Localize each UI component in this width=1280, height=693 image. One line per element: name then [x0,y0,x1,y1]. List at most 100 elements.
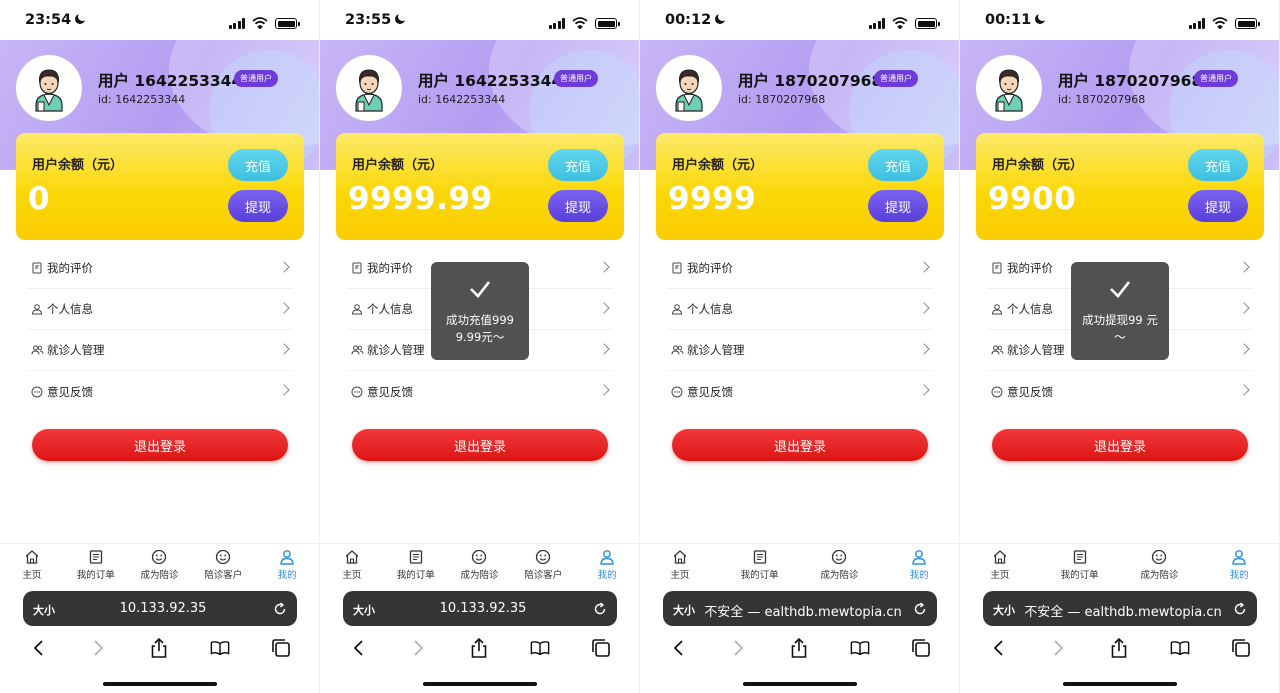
text-size-button[interactable]: 大小 [993,602,1015,618]
tabs-icon[interactable] [591,638,611,658]
tab-item[interactable]: 陪诊客户 [191,544,255,583]
reload-icon[interactable] [273,601,287,615]
user-level-badge: 普通用户 [554,70,598,87]
avatar[interactable] [656,55,722,121]
logout-button[interactable]: 退出登录 [32,429,288,461]
tab-item[interactable]: 主页 [640,544,720,583]
menu-item[interactable]: 我的评价 [28,248,292,289]
withdraw-button[interactable]: 提现 [868,190,928,222]
menu-item-label: 我的评价 [47,261,93,275]
user-id: id: 1870207968 [738,93,826,106]
tab-item[interactable]: 陪诊客户 [511,544,575,583]
menu-item-label: 我的评价 [367,261,413,275]
toast: 成功提现99 元～ [1071,262,1169,360]
forward-icon[interactable] [729,638,749,658]
tab-item[interactable]: 我的 [255,544,319,583]
address-bar[interactable]: 大小 10.133.92.35 [23,591,297,626]
recharge-button[interactable]: 充值 [548,149,608,181]
menu-item[interactable]: 意见反馈 [668,371,932,412]
url-text[interactable]: 10.133.92.35 [57,601,269,616]
withdraw-button[interactable]: 提现 [548,190,608,222]
text-size-button[interactable]: 大小 [673,602,695,618]
recharge-button[interactable]: 充值 [228,149,288,181]
tab-item[interactable]: 我的订单 [1040,544,1120,583]
menu-item[interactable]: 意见反馈 [348,371,612,412]
menu-item[interactable]: 意见反馈 [988,371,1252,412]
share-icon[interactable] [789,638,809,658]
tab-item[interactable]: 我的订单 [720,544,800,583]
url-text[interactable]: 10.133.92.35 [377,601,589,616]
user-icon [599,549,615,565]
bookmarks-icon[interactable] [530,638,550,658]
withdraw-button[interactable]: 提现 [228,190,288,222]
recharge-button[interactable]: 充值 [1188,149,1248,181]
share-icon[interactable] [149,638,169,658]
url-text[interactable]: 不安全 — ealthdb.mewtopia.cn [1017,601,1229,620]
tab-item[interactable]: 成为陪诊 [800,544,880,583]
tabs-icon[interactable] [911,638,931,658]
logout-button[interactable]: 退出登录 [352,429,608,461]
avatar[interactable] [16,55,82,121]
menu-item[interactable]: 就诊人管理 [668,330,932,371]
logout-button[interactable]: 退出登录 [672,429,928,461]
menu-item-label: 就诊人管理 [47,343,105,357]
chevron-right-icon [598,343,610,355]
menu-item[interactable]: 个人信息 [668,289,932,330]
menu-item[interactable]: 意见反馈 [28,371,292,412]
status-bar: 00:12 [640,0,959,40]
tab-item[interactable]: 主页 [960,544,1040,583]
tabs-icon[interactable] [271,638,291,658]
bookmarks-icon[interactable] [210,638,230,658]
url-text[interactable]: 不安全 — ealthdb.mewtopia.cn [697,601,909,620]
back-icon[interactable] [348,638,368,658]
reload-icon[interactable] [593,601,607,615]
people-icon [670,343,684,357]
avatar[interactable] [976,55,1042,121]
moon-icon [1035,12,1048,24]
tab-item[interactable]: 我的 [575,544,639,583]
check-icon [1109,278,1131,300]
tab-item[interactable]: 我的订单 [384,544,448,583]
balance-amount: 9999.99 [348,181,493,217]
menu-item[interactable]: 我的评价 [668,248,932,289]
share-icon[interactable] [1109,638,1129,658]
bookmarks-icon[interactable] [850,638,870,658]
text-size-button[interactable]: 大小 [33,602,55,618]
tabs-icon[interactable] [1231,638,1251,658]
address-bar[interactable]: 大小 不安全 — ealthdb.mewtopia.cn [663,591,937,626]
chevron-right-icon [1238,261,1250,273]
status-bar: 00:11 [960,0,1279,40]
tab-item[interactable]: 我的 [1199,544,1279,583]
back-icon[interactable] [668,638,688,658]
tab-item[interactable]: 我的 [879,544,959,583]
home-icon [24,549,40,565]
logout-button[interactable]: 退出登录 [992,429,1248,461]
forward-icon[interactable] [1049,638,1069,658]
back-icon[interactable] [28,638,48,658]
reload-icon[interactable] [1233,601,1247,615]
battery-icon [915,18,940,29]
tab-item[interactable]: 主页 [320,544,384,583]
address-bar[interactable]: 大小 不安全 — ealthdb.mewtopia.cn [983,591,1257,626]
back-icon[interactable] [988,638,1008,658]
tab-item[interactable]: 我的订单 [64,544,128,583]
share-icon[interactable] [469,638,489,658]
forward-icon[interactable] [409,638,429,658]
tab-item[interactable]: 主页 [0,544,64,583]
balance-amount: 0 [28,181,51,217]
avatar[interactable] [336,55,402,121]
menu-item[interactable]: 就诊人管理 [28,330,292,371]
chat-icon [990,385,1004,399]
withdraw-button[interactable]: 提现 [1188,190,1248,222]
tab-item[interactable]: 成为陪诊 [128,544,192,583]
reload-icon[interactable] [913,601,927,615]
tab-item[interactable]: 成为陪诊 [1120,544,1200,583]
tab-item[interactable]: 成为陪诊 [448,544,512,583]
menu-item[interactable]: 个人信息 [28,289,292,330]
text-size-button[interactable]: 大小 [353,602,375,618]
address-bar[interactable]: 大小 10.133.92.35 [343,591,617,626]
forward-icon[interactable] [89,638,109,658]
status-time: 00:11 [985,12,1032,28]
bookmarks-icon[interactable] [1170,638,1190,658]
recharge-button[interactable]: 充值 [868,149,928,181]
